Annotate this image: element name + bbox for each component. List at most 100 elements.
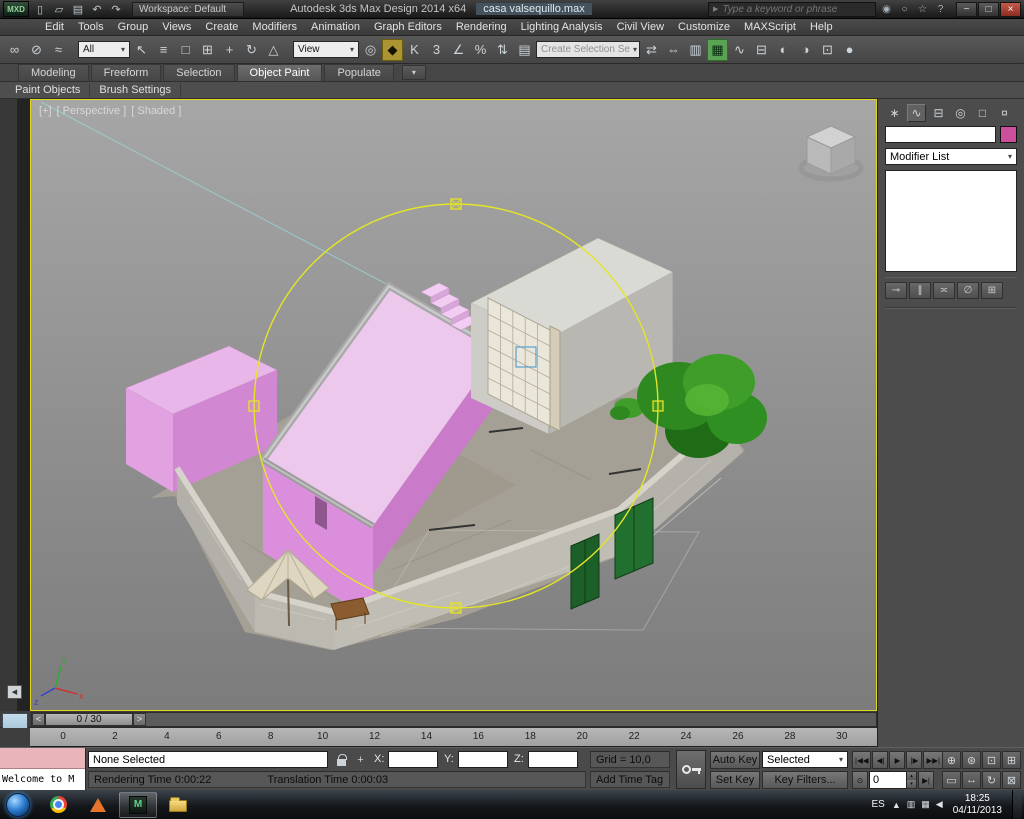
menu-item[interactable]: Customize: [671, 19, 737, 35]
go-to-end-button[interactable]: ▶▶|: [923, 751, 943, 769]
modify-tab-icon[interactable]: ∿: [907, 104, 926, 122]
track-bar[interactable]: 0 2 4 6 8 10 12 14 16 18 20 22 24 26 28 30: [30, 728, 877, 747]
zoom-all-icon[interactable]: ⊛: [962, 751, 981, 769]
bind-to-space-warp-icon[interactable]: ≈: [48, 39, 69, 61]
tray-expand-icon[interactable]: ▲: [892, 800, 901, 810]
menu-item[interactable]: Civil View: [610, 19, 671, 35]
modifier-stack-list[interactable]: [885, 170, 1017, 272]
select-object-icon[interactable]: ↖: [131, 39, 152, 61]
frame-number-input[interactable]: [869, 771, 907, 789]
minimize-button[interactable]: −: [956, 1, 977, 17]
viewport-menu-shading[interactable]: [ Shaded ]: [131, 105, 181, 117]
set-keys-button[interactable]: [676, 750, 706, 789]
create-tab-icon[interactable]: ∗: [885, 104, 904, 122]
object-color-swatch[interactable]: [1000, 126, 1017, 143]
taskbar-chrome-button[interactable]: [39, 792, 77, 818]
ribbon-tab-object-paint[interactable]: Object Paint: [236, 64, 323, 81]
subtab-brush-settings[interactable]: Brush Settings: [90, 83, 181, 97]
show-end-result-button[interactable]: ∥: [909, 282, 931, 299]
gutter-expand-button[interactable]: ◀: [7, 685, 22, 699]
volume-icon[interactable]: ◀: [936, 799, 943, 810]
zoom-extents-all-icon[interactable]: ⊞: [1002, 751, 1021, 769]
menu-item[interactable]: Animation: [304, 19, 367, 35]
taskbar-3dsmax-button[interactable]: M: [119, 791, 157, 818]
communication-center-icon[interactable]: ◉: [878, 4, 895, 15]
time-step-forward-button[interactable]: >: [133, 712, 146, 726]
listener-script-line[interactable]: Welcome to M: [0, 769, 85, 790]
select-by-name-icon[interactable]: ≡: [153, 39, 174, 61]
schematic-view-icon[interactable]: ⊟: [751, 39, 772, 61]
undo-icon[interactable]: ↶: [88, 1, 106, 17]
percent-snap-icon[interactable]: %: [470, 39, 491, 61]
snaps-toggle-icon[interactable]: 3: [426, 39, 447, 61]
utilities-tab-icon[interactable]: ¤: [995, 104, 1014, 122]
y-coordinate-input[interactable]: [458, 751, 508, 768]
taskbar-explorer-button[interactable]: [159, 792, 197, 818]
named-selection-combo[interactable]: Create Selection Se ▾: [536, 41, 640, 58]
new-scene-icon[interactable]: ▯: [31, 1, 49, 17]
go-to-start-button[interactable]: |◀◀: [852, 751, 872, 769]
render-setup-icon[interactable]: ◑: [795, 39, 816, 61]
previous-frame-button[interactable]: ◀|: [872, 751, 889, 769]
mirror-icon[interactable]: ⇄: [641, 39, 662, 61]
subtab-paint-objects[interactable]: Paint Objects: [6, 83, 91, 97]
window-crossing-icon[interactable]: ⊞: [197, 39, 218, 61]
viewport-menu-pov[interactable]: [ Perspective ]: [57, 105, 127, 117]
show-desktop-button[interactable]: [1012, 790, 1022, 819]
select-and-scale-icon[interactable]: △: [263, 39, 284, 61]
ribbon-tab-modeling[interactable]: Modeling: [18, 64, 89, 81]
spinner-snap-icon[interactable]: ⇅: [492, 39, 513, 61]
viewcube[interactable]: [798, 125, 864, 182]
language-indicator[interactable]: ES: [871, 799, 884, 810]
selection-filter-dropdown[interactable]: All ▾: [78, 41, 130, 58]
x-coordinate-input[interactable]: [388, 751, 438, 768]
modifier-list-dropdown[interactable]: Modifier List ▾: [885, 148, 1017, 165]
play-button[interactable]: ▶: [889, 751, 906, 769]
spinner-arrows[interactable]: ▴ ▾: [907, 771, 917, 789]
rendered-frame-icon[interactable]: ⊡: [817, 39, 838, 61]
next-frame-button[interactable]: |▶: [906, 751, 923, 769]
save-file-icon[interactable]: ▤: [69, 1, 87, 17]
pan-icon[interactable]: ↔: [962, 771, 981, 789]
help-icon[interactable]: ?: [932, 4, 949, 15]
maximize-button[interactable]: □: [978, 1, 999, 17]
favorites-icon[interactable]: ☆: [914, 4, 931, 15]
angle-snap-icon[interactable]: ∠: [448, 39, 469, 61]
hierarchy-tab-icon[interactable]: ⊟: [929, 104, 948, 122]
menu-item[interactable]: MAXScript: [737, 19, 803, 35]
zoom-icon[interactable]: ⊕: [942, 751, 961, 769]
menu-item[interactable]: Views: [155, 19, 198, 35]
maximize-viewport-icon[interactable]: ⊠: [1002, 771, 1021, 789]
use-pivot-center-icon[interactable]: ◎: [360, 39, 381, 61]
curve-editor-icon[interactable]: ∿: [729, 39, 750, 61]
ribbon-tab-freeform[interactable]: Freeform: [90, 64, 162, 81]
time-slider-handle[interactable]: 0 / 30: [45, 712, 133, 726]
application-menu-button[interactable]: MXD: [3, 1, 29, 17]
ribbon-overflow-button[interactable]: ▾: [401, 65, 426, 80]
menu-item[interactable]: Edit: [38, 19, 71, 35]
time-step-back-button[interactable]: <: [32, 712, 45, 726]
start-button[interactable]: [6, 792, 30, 817]
keyboard-override-icon[interactable]: K: [404, 39, 425, 61]
select-and-manipulate-icon[interactable]: ◆: [382, 38, 403, 61]
next-key-button[interactable]: ▶|: [918, 771, 934, 789]
select-and-move-icon[interactable]: +: [219, 39, 240, 61]
reference-coordinate-dropdown[interactable]: View ▾: [293, 41, 359, 58]
render-production-icon[interactable]: ●: [839, 39, 860, 61]
ribbon-tab-selection[interactable]: Selection: [163, 64, 235, 81]
orbit-icon[interactable]: ↻: [982, 771, 1001, 789]
maxscript-mini-listener[interactable]: Welcome to M: [0, 748, 86, 791]
layer-manager-icon[interactable]: ▥: [685, 39, 706, 61]
toggle-ribbon-icon[interactable]: ▦: [707, 38, 728, 61]
taskbar-media-button[interactable]: [79, 792, 117, 818]
sign-in-icon[interactable]: ○: [896, 4, 913, 15]
clock[interactable]: 18:25 04/11/2013: [953, 793, 1002, 817]
zoom-region-icon[interactable]: ▭: [942, 771, 961, 789]
search-box[interactable]: ▶: [708, 1, 876, 17]
close-button[interactable]: ×: [1000, 1, 1021, 17]
material-editor-icon[interactable]: ◐: [773, 39, 794, 61]
auto-key-button[interactable]: Auto Key: [710, 751, 760, 769]
pin-stack-button[interactable]: ⊸: [885, 282, 907, 299]
menu-item[interactable]: Rendering: [449, 19, 514, 35]
menu-item[interactable]: Tools: [71, 19, 111, 35]
